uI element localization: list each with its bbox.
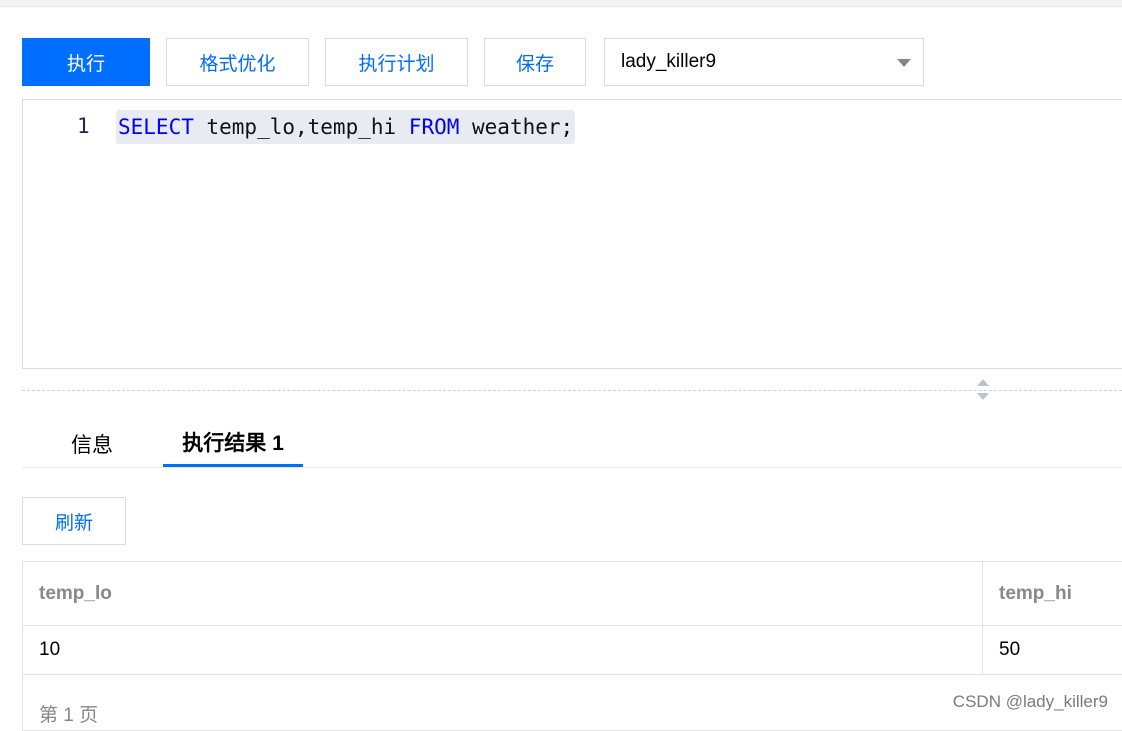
line-number: 1 — [77, 114, 90, 138]
sql-text: temp_lo,temp_hi — [193, 115, 409, 139]
tab-result-1[interactable]: 执行结果 1 — [163, 420, 303, 467]
arrow-up-icon — [977, 379, 989, 386]
database-select-value: lady_killer9 — [621, 51, 717, 72]
sql-editor[interactable]: 1 SELECT temp_lo,temp_hi FROM weather; — [22, 99, 1122, 369]
sql-text: weather; — [459, 115, 574, 139]
page-indicator: 第 1 页 — [39, 705, 99, 726]
chevron-down-icon — [897, 59, 911, 67]
save-button[interactable]: 保存 — [484, 38, 586, 86]
database-select[interactable]: lady_killer9 — [604, 38, 924, 86]
code-line[interactable]: SELECT temp_lo,temp_hi FROM weather; — [116, 110, 576, 144]
execute-button[interactable]: 执行 — [22, 38, 150, 86]
sql-keyword: FROM — [408, 115, 460, 139]
pane-splitter[interactable] — [22, 390, 1122, 391]
format-button[interactable]: 格式优化 — [166, 38, 309, 86]
result-tabs: 信息 执行结果 1 — [22, 420, 1122, 468]
resize-handle-icon[interactable] — [976, 377, 990, 403]
arrow-down-icon — [977, 393, 989, 400]
watermark: CSDN @lady_killer9 — [952, 692, 1108, 711]
table-cell: 10 — [23, 625, 983, 674]
table-row: 10 50 — [23, 625, 1122, 675]
sql-keyword: SELECT — [118, 115, 194, 139]
table-header: temp_lo temp_hi — [23, 562, 1122, 626]
column-header: temp_hi — [999, 582, 1072, 604]
top-strip — [0, 0, 1122, 7]
column-header: temp_lo — [23, 562, 983, 625]
refresh-button[interactable]: 刷新 — [22, 497, 126, 545]
execution-plan-button[interactable]: 执行计划 — [325, 38, 468, 86]
tab-info[interactable]: 信息 — [42, 420, 142, 467]
table-cell: 50 — [999, 638, 1021, 660]
